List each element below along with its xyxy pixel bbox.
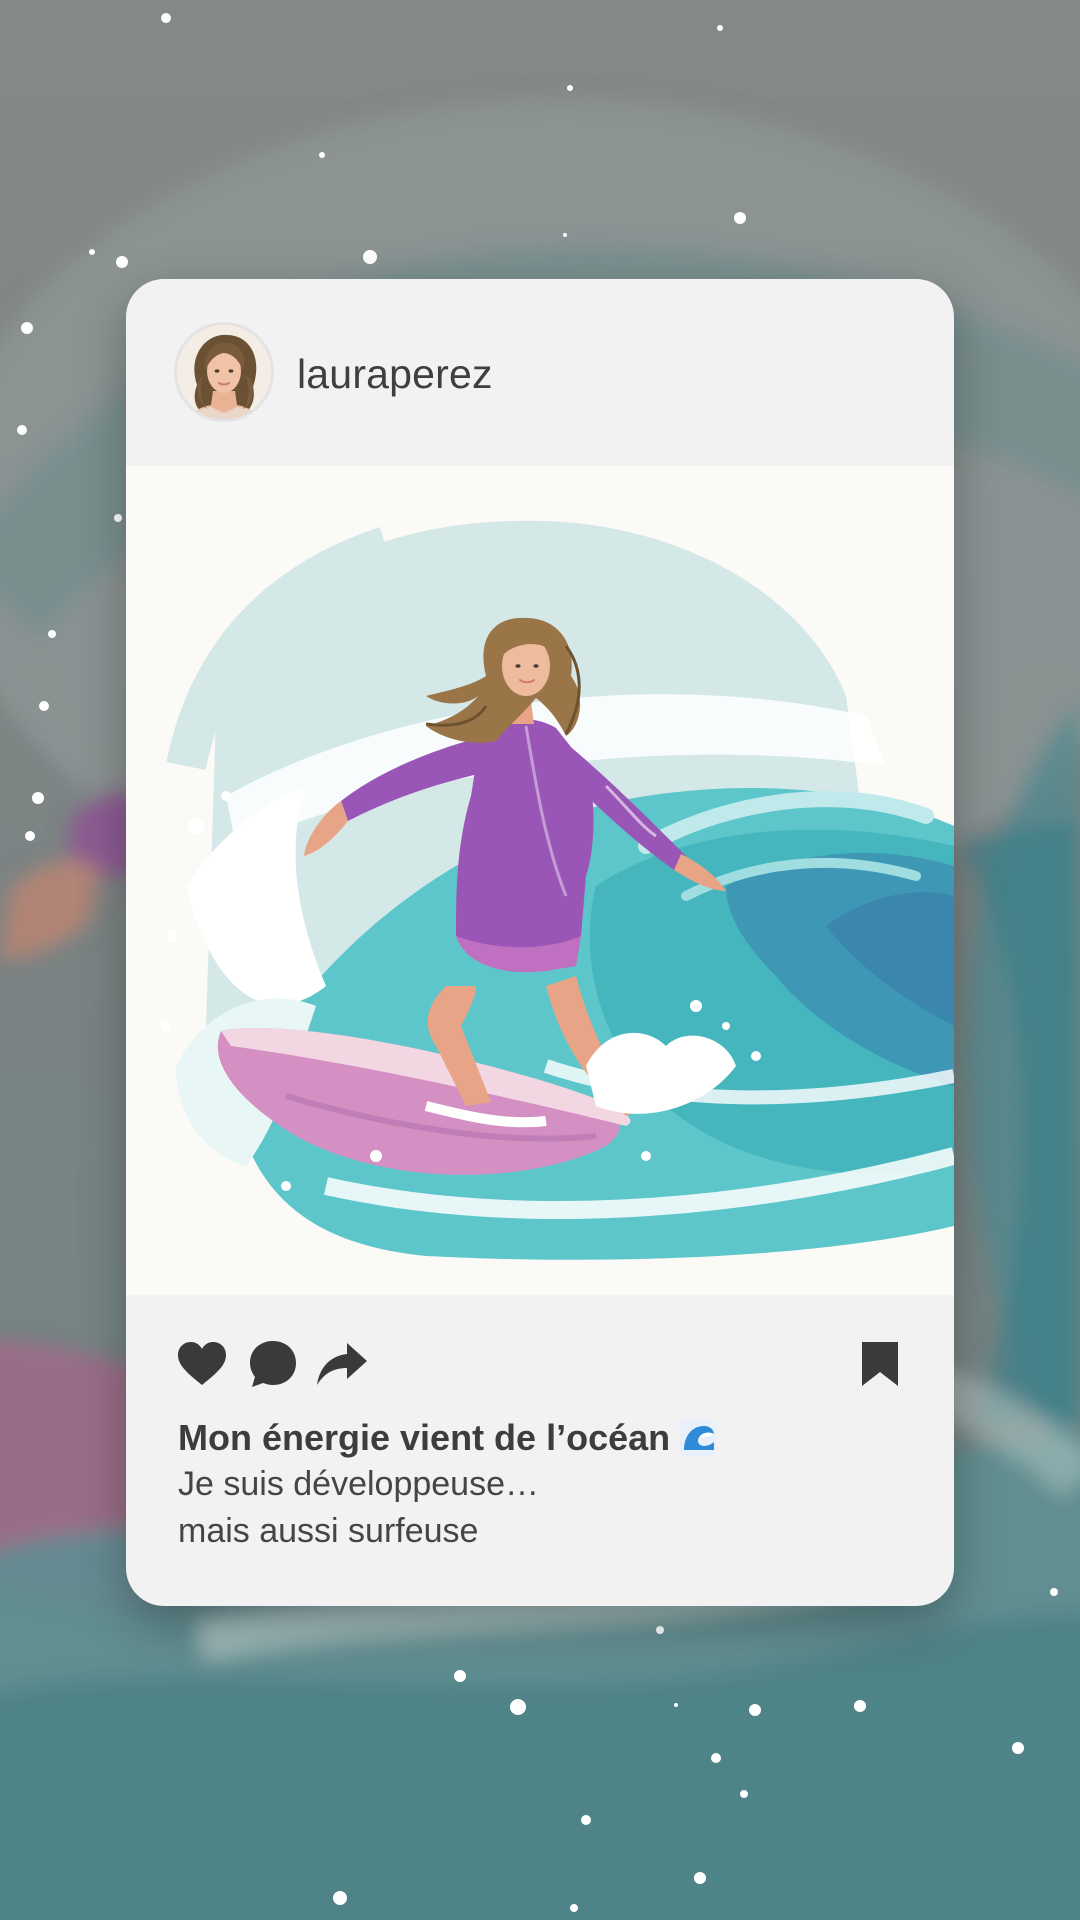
comment-button[interactable] xyxy=(247,1337,299,1391)
share-arrow-icon xyxy=(317,1343,367,1385)
post-card: lauraperez Mon énergie vient de l’océan … xyxy=(126,279,954,1606)
username[interactable]: lauraperez xyxy=(297,351,493,398)
caption-title: Mon énergie vient de l’océan xyxy=(178,1417,671,1458)
caption-title-row: Mon énergie vient de l’océan xyxy=(178,1415,918,1461)
wave-icon xyxy=(680,1420,717,1456)
caption-line-2: mais aussi surfeuse xyxy=(178,1512,479,1550)
post-caption: Mon énergie vient de l’océan Je suis dév… xyxy=(178,1415,918,1555)
post-image[interactable] xyxy=(126,466,954,1295)
caption-line-1: Je suis développeuse… xyxy=(178,1465,540,1503)
save-button[interactable] xyxy=(858,1337,902,1391)
post-header: lauraperez xyxy=(126,279,954,466)
heart-icon xyxy=(178,1342,226,1385)
share-button[interactable] xyxy=(314,1337,370,1391)
like-button[interactable] xyxy=(176,1337,228,1391)
avatar[interactable] xyxy=(177,325,271,419)
comment-bubble-icon xyxy=(250,1341,296,1387)
action-bar xyxy=(126,1295,954,1415)
bookmark-icon xyxy=(862,1342,898,1386)
